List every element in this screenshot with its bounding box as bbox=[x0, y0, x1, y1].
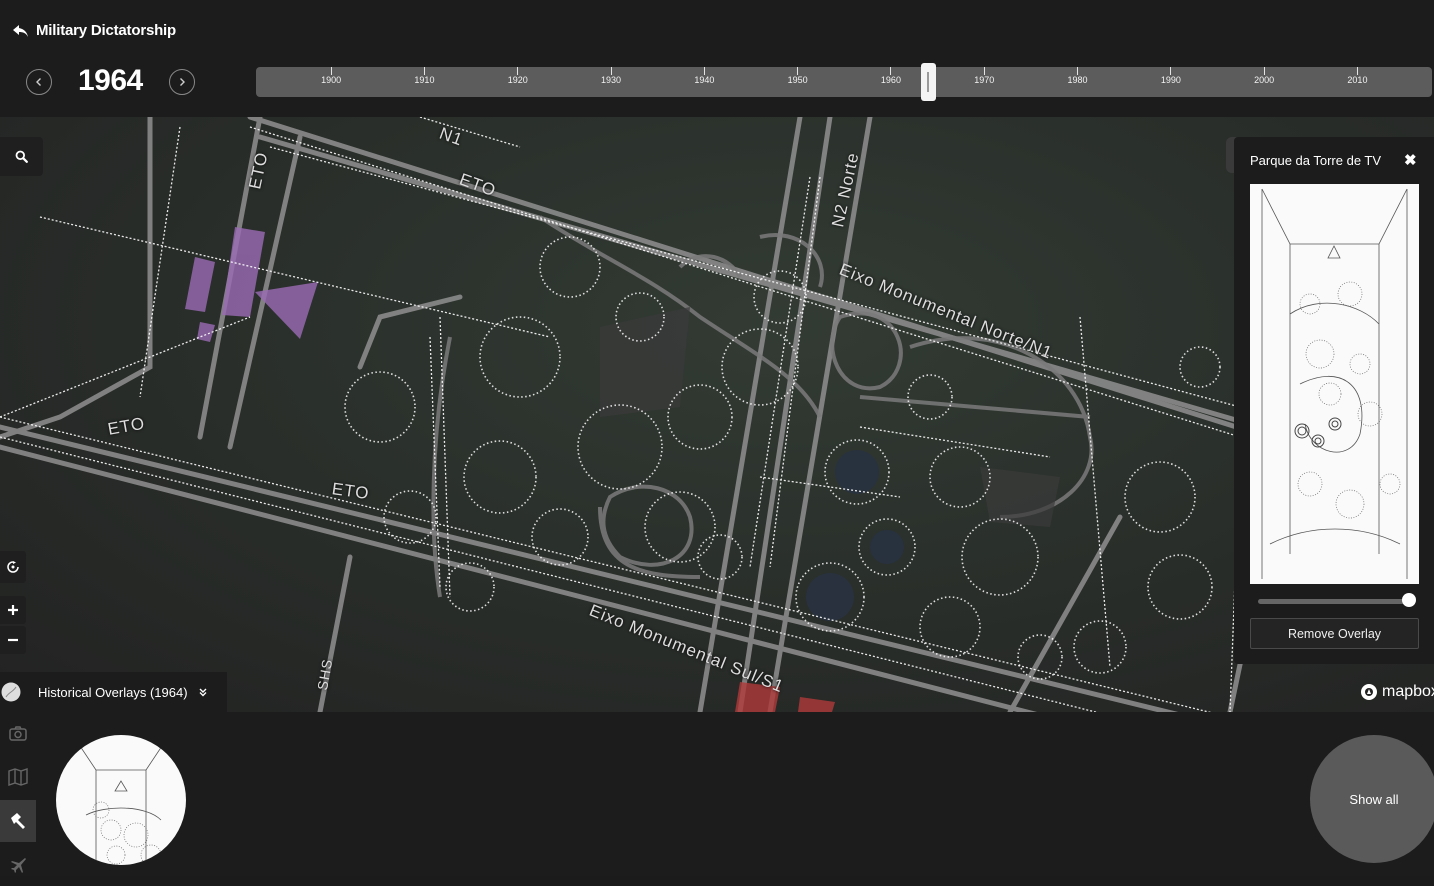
opacity-slider-handle[interactable] bbox=[1402, 593, 1416, 607]
mapbox-attribution[interactable]: mapbox bbox=[1360, 683, 1434, 701]
back-button[interactable]: Military Dictatorship bbox=[12, 22, 176, 39]
overlays-toggle-label: Historical Overlays (1964) bbox=[38, 684, 188, 700]
previous-year-button[interactable] bbox=[26, 69, 52, 95]
timeline-year-label[interactable]: 1910 bbox=[414, 75, 434, 85]
map-icon[interactable] bbox=[0, 756, 36, 798]
historical-overlays-toggle[interactable]: Historical Overlays (1964) bbox=[0, 672, 227, 712]
hammer-icon[interactable] bbox=[0, 800, 36, 842]
timeline-tick bbox=[703, 67, 705, 75]
overlay-circle-thumbnail[interactable] bbox=[56, 735, 186, 865]
timeline-year-label[interactable]: 1980 bbox=[1068, 75, 1088, 85]
back-arrow-icon bbox=[13, 24, 28, 37]
reset-bearing-button[interactable] bbox=[0, 551, 26, 583]
opacity-slider[interactable] bbox=[1258, 599, 1410, 604]
timeline-tick bbox=[890, 67, 892, 75]
header-bar: Military Dictatorship 1964 1900 1910 1920 1… bbox=[0, 0, 1434, 117]
overlay-thumb-icon bbox=[1, 682, 21, 702]
timeline-year-label[interactable]: 1930 bbox=[601, 75, 621, 85]
timeline-tick bbox=[1077, 67, 1079, 75]
overlay-title: Parque da Torre de TV bbox=[1250, 153, 1382, 168]
current-year: 1964 bbox=[78, 64, 143, 97]
map-canvas[interactable]: ETO ETO ETO ETO Eixo Monumental Norte/N1… bbox=[0, 117, 1434, 712]
timeline-year-label[interactable]: 2000 bbox=[1254, 75, 1274, 85]
overlay-thumbnail bbox=[1250, 184, 1419, 584]
timeline-handle[interactable] bbox=[920, 63, 936, 101]
remove-overlay-button[interactable]: Remove Overlay bbox=[1250, 618, 1419, 649]
timeline-year-label[interactable]: 1900 bbox=[321, 75, 341, 85]
map-layer bbox=[0, 117, 1303, 712]
timeline-tick bbox=[797, 67, 799, 75]
back-label: Military Dictatorship bbox=[36, 22, 176, 39]
timeline-tick bbox=[983, 67, 985, 75]
timeline-year-label[interactable]: 1920 bbox=[508, 75, 528, 85]
camera-icon[interactable] bbox=[0, 712, 36, 754]
plane-icon[interactable] bbox=[0, 844, 36, 886]
chevron-right-icon bbox=[180, 78, 185, 86]
timeline-tick bbox=[610, 67, 612, 75]
minus-icon bbox=[8, 638, 18, 642]
timeline-tick bbox=[1263, 67, 1265, 75]
zoom-in-button[interactable] bbox=[0, 596, 26, 624]
timeline-year-label[interactable]: 1950 bbox=[788, 75, 808, 85]
timeline-tick bbox=[1356, 67, 1358, 75]
timeline-year-label[interactable]: 1940 bbox=[694, 75, 714, 85]
search-button[interactable] bbox=[0, 137, 43, 176]
chevron-left-icon bbox=[36, 78, 41, 86]
compass-icon bbox=[7, 561, 19, 573]
timeline-year-label[interactable]: 1960 bbox=[881, 75, 901, 85]
timeline-tick bbox=[517, 67, 519, 75]
timeline-tick bbox=[423, 67, 425, 75]
timeline-tick bbox=[1170, 67, 1172, 75]
zoom-out-button[interactable] bbox=[0, 626, 26, 654]
timeline-tick bbox=[330, 67, 332, 75]
chevron-double-down-icon bbox=[199, 688, 207, 697]
attribution-label: mapbox bbox=[1382, 683, 1434, 700]
bottom-panel bbox=[0, 712, 1434, 876]
plus-icon bbox=[8, 605, 18, 615]
mapbox-logo-icon bbox=[1361, 684, 1377, 700]
close-icon[interactable]: ✖ bbox=[1404, 151, 1417, 169]
timeline-year-label[interactable]: 1970 bbox=[974, 75, 994, 85]
show-all-button[interactable]: Show all bbox=[1310, 735, 1434, 863]
next-year-button[interactable] bbox=[169, 69, 195, 95]
search-icon bbox=[15, 150, 28, 163]
timeline-year-label[interactable]: 1990 bbox=[1161, 75, 1181, 85]
overlay-panel: Parque da Torre de TV ✖ Remove Overlay bbox=[1234, 137, 1434, 664]
timeline-year-label[interactable]: 2010 bbox=[1347, 75, 1367, 85]
timeline-slider[interactable]: 1900 1910 1920 1930 1940 1950 1960 1970 1980 1990… bbox=[256, 63, 1432, 101]
